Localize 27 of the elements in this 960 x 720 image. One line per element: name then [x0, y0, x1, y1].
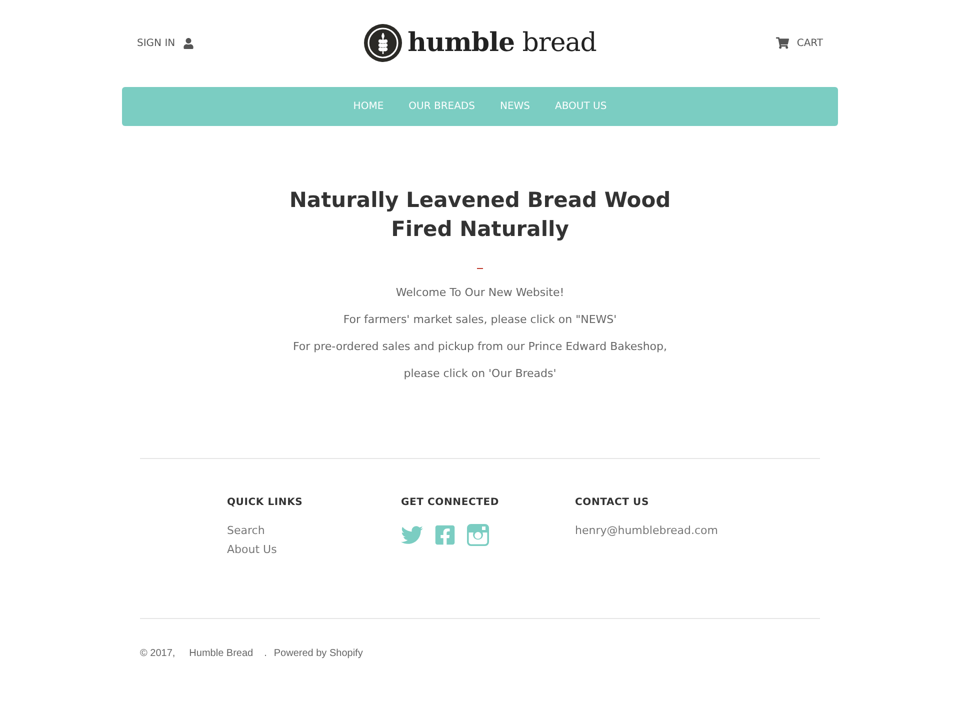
cart-icon: [776, 37, 789, 49]
welcome-text: For pre-ordered sales and pickup from our Prince Edward Bakeshop,: [292, 339, 668, 355]
separator-text: .: [264, 648, 267, 659]
letter-f-icon: [434, 524, 456, 546]
letter-f-link[interactable]: [434, 524, 456, 546]
camera-icon: [467, 524, 489, 546]
footer-link[interactable]: About Us: [227, 540, 277, 559]
footer-link[interactable]: Search: [227, 521, 265, 540]
bird-link[interactable]: [401, 524, 423, 546]
welcome-text: Welcome To Our New Website!: [396, 285, 564, 301]
cart-link[interactable]: CART: [776, 37, 823, 49]
bird-icon: [401, 524, 423, 546]
camera-link[interactable]: [467, 524, 489, 546]
copyright-text: © 2017,: [140, 648, 176, 659]
logo-link[interactable]: humble bread: [364, 24, 596, 62]
wheat-logo-icon: [364, 24, 402, 62]
welcome-text: For farmers' market sales, please click on "NEWS': [343, 312, 617, 328]
page-title: Naturally Leavened Bread Wood Fired Naturally: [288, 187, 672, 243]
footer-heading: QUICK LINKS: [227, 496, 303, 510]
powered-by-link[interactable]: Powered by Shopify: [274, 648, 363, 659]
footer-heading: CONTACT US: [575, 496, 649, 510]
welcome-text: please click on 'Our Breads': [404, 366, 556, 382]
sign-in-link[interactable]: SIGN IN: [137, 38, 194, 48]
user-icon: [183, 38, 194, 48]
site-link[interactable]: Humble Bread: [189, 648, 254, 659]
contact-email: henry@humblebread.com: [575, 523, 718, 539]
footer-heading: GET CONNECTED: [401, 496, 499, 510]
